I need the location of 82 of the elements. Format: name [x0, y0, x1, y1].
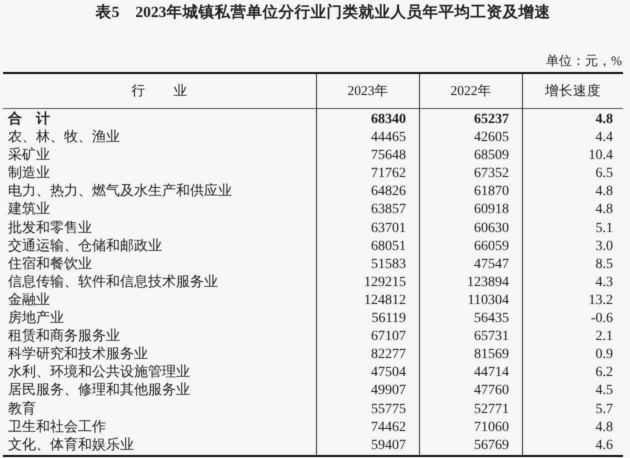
table-cell: 61870	[474, 184, 509, 200]
table-cell: 56769	[474, 438, 509, 453]
table-cell: 4.3	[596, 274, 613, 290]
table-cell: 52771	[474, 402, 509, 416]
table-cell: 4.5	[596, 383, 613, 398]
table-cell: 4.8	[596, 112, 613, 127]
table-cell: 68509	[474, 148, 509, 164]
table-cell: 59407	[371, 438, 406, 453]
table-cell: 124812	[364, 292, 406, 308]
table-cell: 81569	[474, 347, 509, 362]
table-cell: 4.8	[596, 202, 613, 218]
table-cell: 金融业	[8, 292, 50, 308]
table-cell: 4.4	[596, 130, 613, 146]
table-cell: 住宿和餐饮业	[8, 256, 92, 272]
table-cell: 123894	[467, 274, 509, 290]
table-cell: 110304	[468, 292, 509, 308]
table-cell: 64826	[371, 184, 406, 200]
table-cell: 10.4	[588, 148, 613, 164]
table-cell: 56119	[372, 311, 406, 326]
table-cell: 5.7	[596, 402, 613, 416]
table-cell: 74462	[371, 420, 406, 435]
table-cell: 科学研究和技术服务业	[8, 347, 148, 362]
table-cell: 65237	[474, 112, 509, 127]
table-cell: 农、林、牧、渔业	[8, 130, 120, 146]
table-cell: 44714	[474, 365, 509, 380]
table-cell: 68340	[371, 112, 406, 127]
table-cell: 电力、热力、燃气及水生产和供应业	[8, 184, 232, 200]
table-cell: 0.9	[596, 347, 613, 362]
table-cell: 6.2	[596, 365, 613, 380]
table-cell: 71060	[474, 420, 509, 435]
table-cell: 交通运输、仓储和邮政业	[8, 238, 162, 254]
table-cell: -0.6	[590, 311, 613, 326]
table-cell: 82277	[371, 347, 406, 362]
table-cell: 卫生和社会工作	[8, 420, 106, 435]
table-cell: 60630	[474, 220, 509, 236]
table-cell: 5.1	[596, 220, 613, 236]
table-cell: 60918	[474, 202, 509, 218]
column-header: 2022年	[450, 83, 492, 98]
table-cell: 63701	[371, 220, 406, 236]
table-cell: 65731	[474, 329, 509, 344]
table-cell: 批发和零售业	[8, 220, 92, 236]
column-header: 行 业	[132, 83, 188, 98]
table-cell: 47504	[371, 365, 406, 380]
table-cell: 租赁和商务服务业	[8, 329, 120, 344]
table-cell: 56435	[474, 311, 509, 326]
table-cell: 4.6	[596, 438, 613, 453]
table-cell: 49907	[371, 383, 406, 398]
table-cell: 制造业	[8, 166, 50, 182]
table-cell: 47547	[474, 256, 509, 272]
table-cell: 8.5	[596, 256, 613, 272]
table-cell: 71762	[371, 166, 406, 182]
table-cell: 67107	[371, 329, 406, 344]
table-cell: 2.1	[596, 329, 613, 344]
column-header: 增长速度	[545, 83, 601, 98]
table-cell: 13.2	[588, 292, 613, 308]
table-cell: 文化、体育和娱乐业	[8, 438, 134, 453]
table-cell: 51583	[371, 256, 406, 272]
table-cell: 129215	[364, 274, 406, 290]
table-cell: 42605	[474, 130, 509, 146]
table-cell: 4.8	[596, 184, 613, 200]
table-cell: 水利、环境和公共设施管理业	[8, 365, 190, 380]
table-title: 表5 2023年城镇私营单位分行业门类就业人员年平均工资及增速	[94, 3, 552, 23]
table-cell: 55775	[371, 402, 406, 416]
table-cell: 44465	[371, 130, 406, 146]
table-cell: 63857	[371, 202, 406, 218]
table-cell: 3.0	[596, 238, 613, 254]
table-cell: 6.5	[596, 166, 613, 182]
table-cell: 居民服务、修理和其他服务业	[8, 383, 190, 398]
column-header: 2023年	[348, 83, 388, 98]
table-cell: 4.8	[596, 420, 613, 435]
table-cell: 教育	[8, 402, 36, 416]
table-cell: 67352	[474, 166, 509, 182]
table-cell: 采矿业	[8, 148, 50, 164]
table-cell: 75648	[371, 148, 406, 164]
table-cell: 68051	[371, 238, 406, 254]
table-cell: 66059	[474, 238, 509, 254]
table-cell: 47760	[474, 383, 509, 398]
table-cell: 合 计	[8, 112, 50, 127]
table-cell: 房地产业	[8, 311, 64, 326]
unit-note: 单位：元，%	[545, 52, 623, 70]
table-cell: 建筑业	[8, 202, 50, 218]
table-cell: 信息传输、软件和信息技术服务业	[8, 274, 218, 290]
